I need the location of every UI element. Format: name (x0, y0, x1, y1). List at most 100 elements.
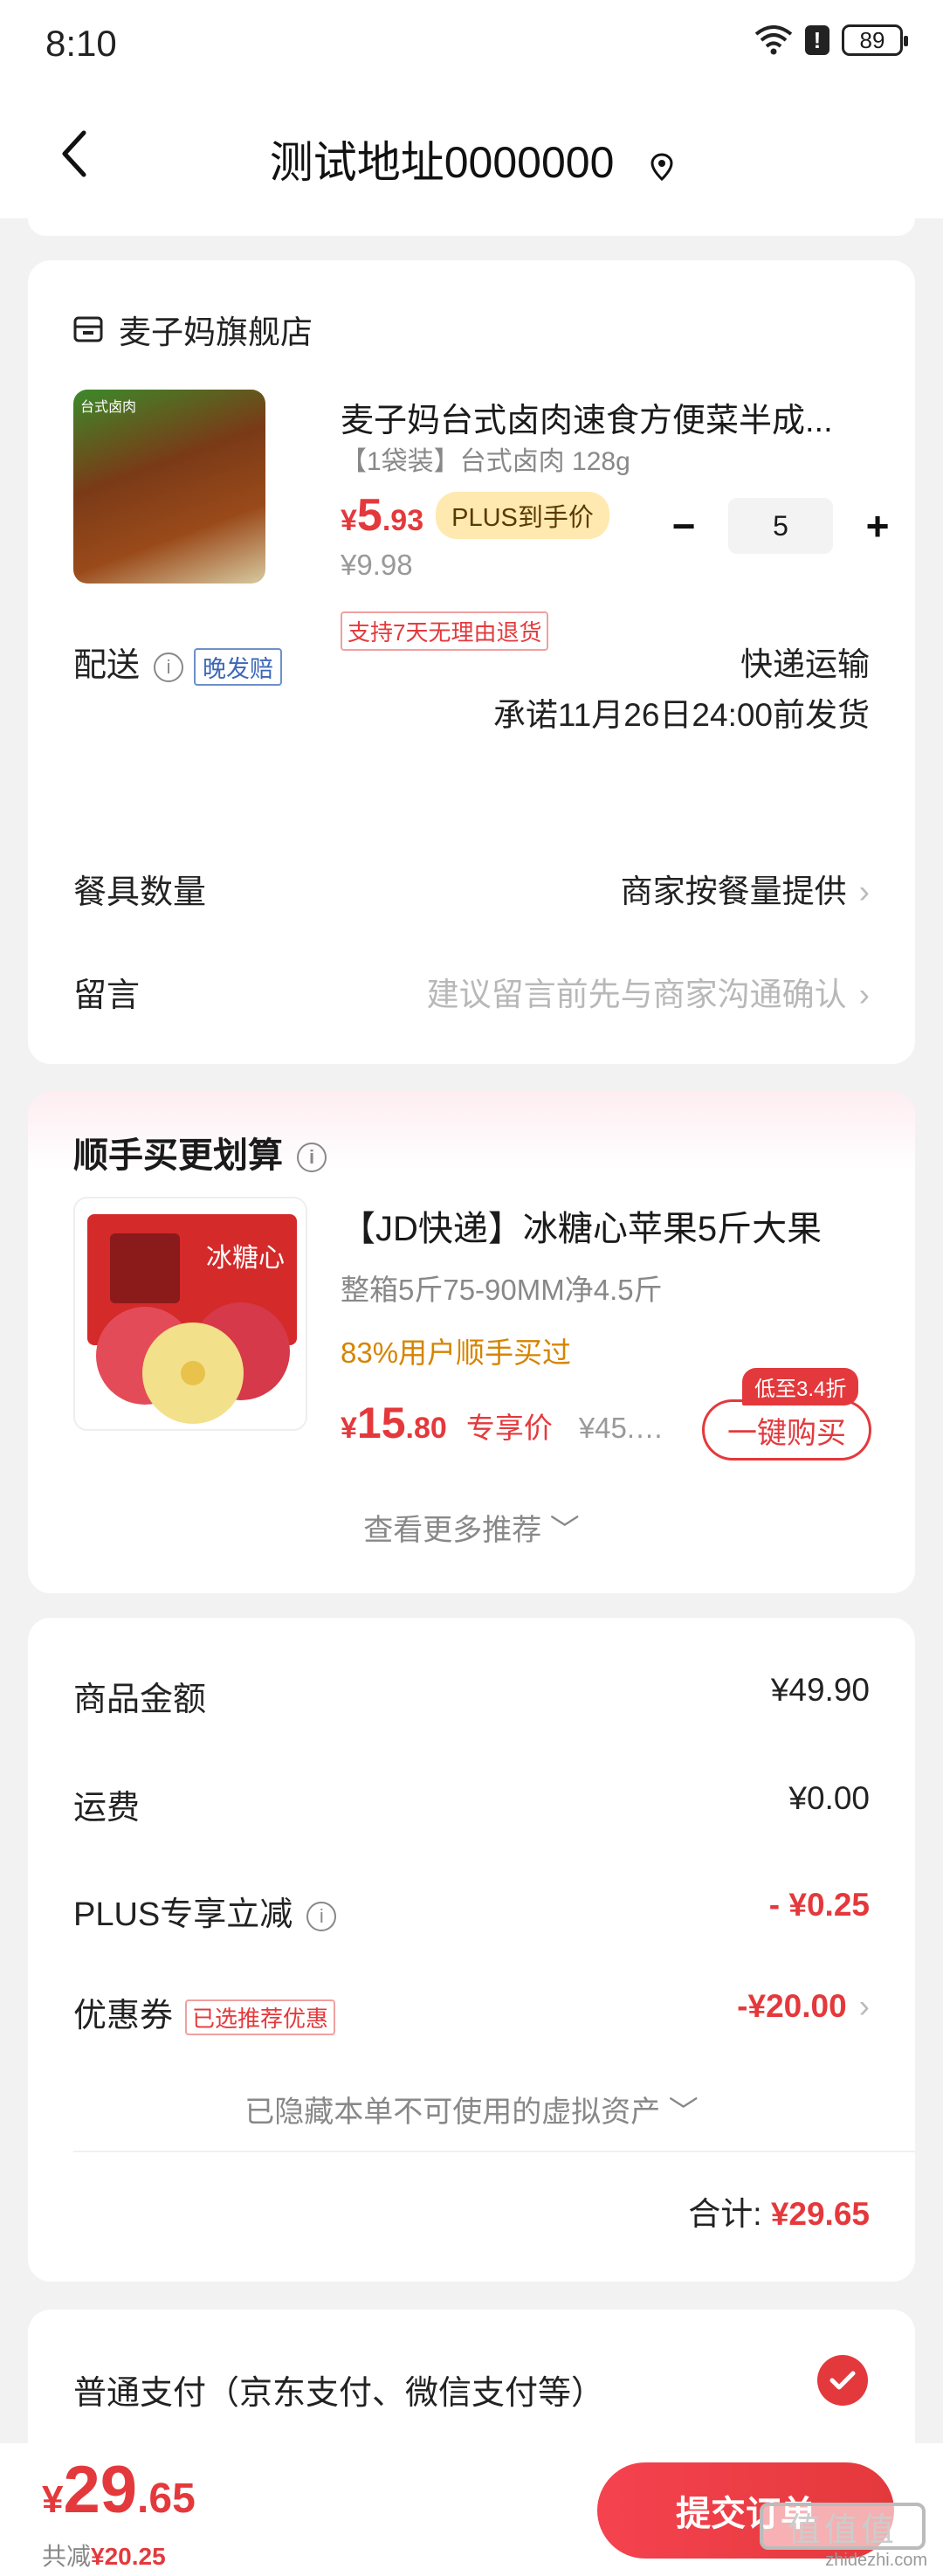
plus-discount-value: - ¥0.25 (768, 1887, 870, 1923)
bottom-saving: 共减¥20.25 (42, 2538, 166, 2573)
delivery-promise: 承诺11月26日24:00前发货 (492, 697, 870, 733)
info-icon[interactable]: i (154, 652, 184, 682)
one-click-buy-button[interactable]: 一键购买 (702, 1399, 871, 1461)
note-label: 留言 (73, 977, 141, 1014)
hidden-assets-text: 已隐藏本单不可使用的虚拟资产 (244, 2096, 661, 2129)
note-placeholder: 建议留言前先与商家沟通确认 (426, 977, 847, 1012)
price-dec: .93 (382, 504, 424, 537)
total-row: 合计: ¥29.65 (688, 2187, 870, 2234)
watermark-text: zhidezhi.com (825, 2551, 927, 2570)
chevron-right-icon: › (858, 1988, 870, 2024)
box-brand-text: 冰糖心 (206, 1244, 285, 1273)
nav-bar: 测试地址0000000 (0, 87, 943, 218)
recommend-price: ¥15.80 (341, 1398, 447, 1448)
recommend-image[interactable]: 冰糖心 (73, 1197, 307, 1431)
location-pin-icon (650, 141, 673, 191)
product-original-price: ¥9.98 (341, 549, 413, 581)
price-dec: .65 (137, 2476, 196, 2522)
coupon-value: -¥20.00 (737, 1988, 847, 2024)
chevron-down-icon: ﹀ (549, 1514, 580, 1547)
info-icon[interactable]: i (297, 1143, 327, 1173)
tableware-row[interactable]: 商家按餐量提供 › (621, 865, 870, 912)
product-price-row: ¥5.93 PLUS到手价 (341, 489, 609, 542)
product-spec: 【1袋装】台式卤肉 128g (341, 447, 630, 476)
note-field[interactable]: 建议留言前先与商家沟通确认 › (427, 968, 870, 1015)
product-title[interactable]: 麦子妈台式卤肉速食方便菜半成... (341, 393, 873, 441)
battery-level: 89 (859, 26, 885, 53)
price-symbol: ¥ (42, 2478, 64, 2521)
address-title[interactable]: 测试地址0000000 (0, 128, 943, 191)
price-int: 15 (356, 1398, 406, 1447)
tableware-value: 商家按餐量提供 (620, 874, 847, 909)
shipping-value: ¥0.00 (788, 1780, 870, 1816)
bottom-total-price: ¥29.65 (42, 2452, 196, 2528)
previous-card-edge (28, 218, 915, 236)
quantity-value[interactable]: 5 (728, 498, 833, 554)
recommend-title-text: 顺手买更划算 (73, 1136, 283, 1175)
store-row[interactable]: 麦子妈旗舰店 (73, 306, 313, 353)
increase-button[interactable]: + (856, 503, 899, 549)
saving-value: ¥20.25 (91, 2543, 166, 2570)
shipping-label: 运费 (73, 1790, 141, 1827)
info-icon[interactable]: i (306, 1901, 337, 1931)
goods-amount-value: ¥49.90 (770, 1672, 870, 1708)
recommend-card: 顺手买更划算 i 冰糖心 【JD快递】冰糖心苹果5斤大果 整箱5斤75-90MM净… (28, 1092, 915, 1593)
decrease-button[interactable]: − (662, 503, 706, 549)
wifi-icon (754, 25, 793, 55)
bottom-bar: ¥29.65 共减¥20.25 提交订单 值值值 zhidezhi.com (0, 2443, 943, 2576)
recommend-users: 83%用户顺手买过 (341, 1336, 572, 1369)
recommend-spec: 整箱5斤75-90MM净4.5斤 (341, 1274, 663, 1306)
chevron-right-icon: › (858, 977, 870, 1012)
delivery-label-row: 配送 i 晚发赔 (73, 638, 283, 687)
coupon-tag: 已选推荐优惠 (185, 1999, 336, 2036)
tableware-label: 餐具数量 (73, 874, 207, 911)
price-dec: .80 (405, 1412, 447, 1445)
return-policy-tag: 支持7天无理由退货 (341, 611, 549, 651)
address-text: 测试地址0000000 (269, 138, 615, 187)
battery-icon: 89 (842, 24, 908, 56)
recommend-name[interactable]: 【JD快递】冰糖心苹果5斤大果 (341, 1200, 822, 1251)
summary-card: 商品金额 ¥49.90 运费 ¥0.00 PLUS专享立减 i - ¥0.25 优… (28, 1618, 915, 2282)
total-value: ¥29.65 (770, 2196, 870, 2232)
product-card: 麦子妈旗舰店 台式卤肉 麦子妈台式卤肉速食方便菜半成... 【1袋装】台式卤肉 … (28, 260, 915, 1064)
recommend-price-row: ¥15.80 专享价 ¥45.… (341, 1398, 675, 1448)
status-time: 8:10 (45, 23, 117, 64)
coupon-selector[interactable]: -¥20.00 › (737, 1988, 870, 2025)
delivery-method: 快递运输 (740, 646, 870, 682)
exclusive-price-tag: 专享价 (465, 1412, 553, 1444)
discount-badge: 低至3.4折 (742, 1368, 859, 1405)
plus-discount-label: PLUS专享立减 (73, 1896, 293, 1933)
saving-label: 共减 (42, 2543, 92, 2570)
chevron-down-icon: ﹀ (668, 2096, 699, 2129)
recommend-title: 顺手买更划算 i (73, 1127, 327, 1178)
watermark-logo: 值值值 (760, 2503, 926, 2550)
price-symbol: ¥ (341, 1412, 357, 1445)
more-recommend-text: 查看更多推荐 (363, 1514, 542, 1547)
product-price: ¥5.93 (341, 489, 423, 542)
recommend-original-price: ¥45.… (578, 1412, 664, 1444)
divider (73, 2151, 915, 2152)
hidden-assets-toggle[interactable]: 已隐藏本单不可使用的虚拟资产 ﹀ (28, 2088, 915, 2131)
coupon-label: 优惠券 (73, 1998, 174, 2034)
total-label: 合计: (688, 2196, 762, 2232)
store-name: 麦子妈旗舰店 (119, 314, 313, 350)
chevron-right-icon: › (858, 874, 870, 909)
alert-icon: ! (805, 25, 829, 55)
status-bar: 8:10 ! 89 (0, 0, 943, 87)
price-int: 29 (63, 2453, 138, 2527)
more-recommend-link[interactable]: 查看更多推荐 ﹀ (28, 1506, 915, 1549)
goods-amount-label: 商品金额 (73, 1682, 207, 1718)
delivery-label: 配送 (73, 647, 141, 684)
apple-box-illustration: 冰糖心 (87, 1214, 297, 1424)
price-int: 5 (356, 490, 382, 541)
price-symbol: ¥ (341, 504, 357, 537)
coupon-row: 优惠券 已选推荐优惠 (73, 1988, 336, 2036)
status-icons: ! 89 (754, 24, 908, 56)
plus-discount-row: PLUS专享立减 i (73, 1887, 337, 1935)
store-icon (73, 316, 103, 342)
product-image[interactable]: 台式卤肉 (73, 390, 265, 584)
check-icon[interactable] (817, 2355, 868, 2406)
quantity-stepper: − 5 + (662, 498, 899, 554)
payment-method-label[interactable]: 普通支付（京东支付、微信支付等） (73, 2365, 604, 2414)
product-image-tag: 台式卤肉 (80, 400, 137, 415)
